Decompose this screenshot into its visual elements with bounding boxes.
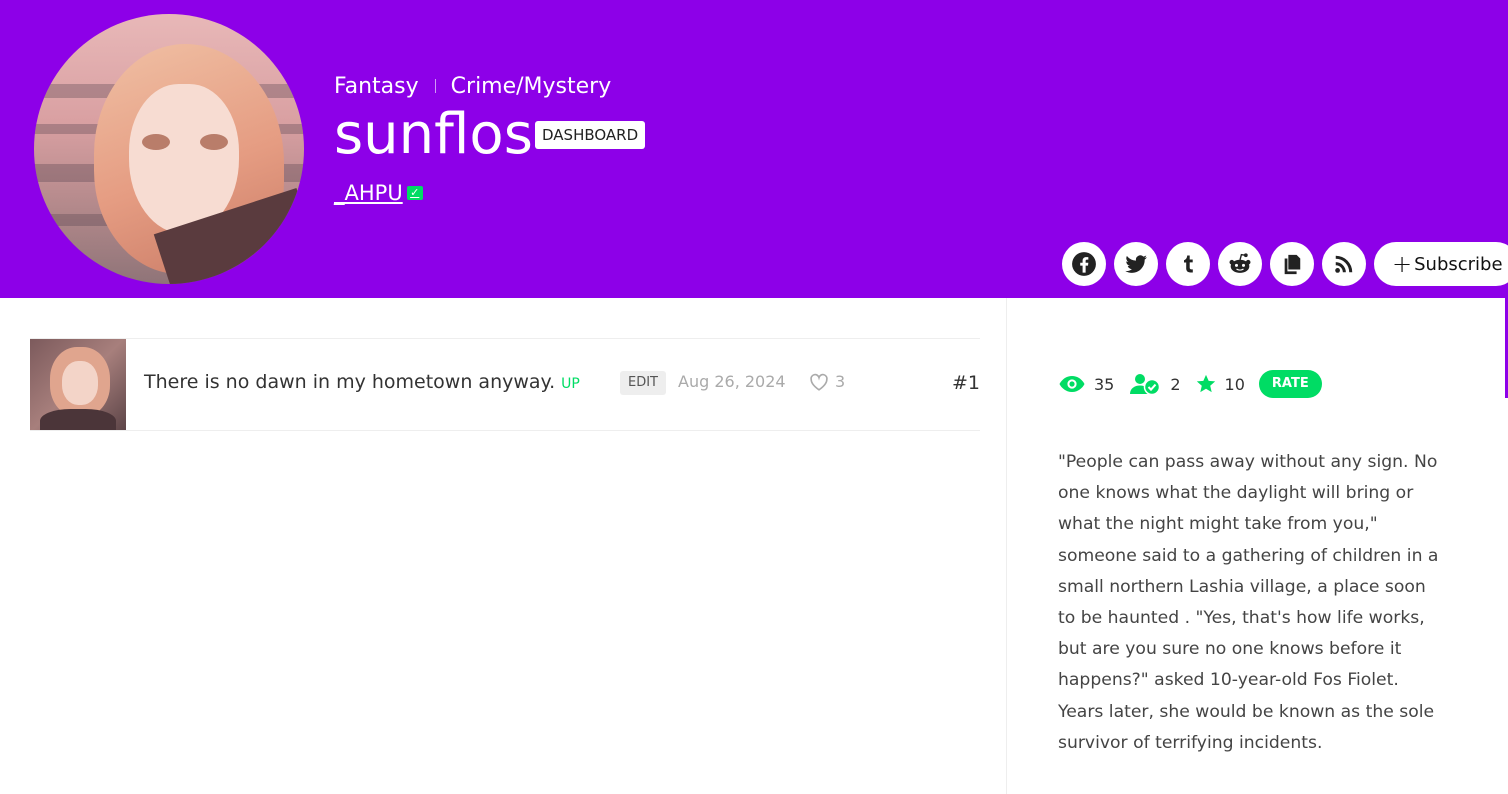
heart-icon bbox=[810, 373, 828, 391]
genre-link[interactable]: Crime/Mystery bbox=[451, 74, 612, 99]
like-count: 3 bbox=[835, 372, 846, 391]
episode-likes: 3 bbox=[809, 372, 845, 391]
plus-icon: + bbox=[1392, 250, 1413, 278]
tumblr-share-button[interactable] bbox=[1166, 242, 1210, 286]
author-link[interactable]: _AHPU ✓ bbox=[334, 181, 423, 205]
series-title: sunflos bbox=[334, 102, 533, 167]
series-stats: 35 2 10 RATE bbox=[1058, 370, 1322, 398]
rss-icon bbox=[1335, 255, 1353, 273]
share-bar: + Subscribe bbox=[1062, 242, 1508, 286]
reddit-icon bbox=[1229, 253, 1251, 273]
rss-button[interactable] bbox=[1322, 242, 1366, 286]
rating-value: 10 bbox=[1224, 374, 1245, 394]
subscribers-stat: 2 bbox=[1128, 372, 1181, 396]
episode-thumbnail[interactable] bbox=[30, 339, 126, 430]
episode-row[interactable]: There is no dawn in my hometown anyway. … bbox=[30, 338, 980, 431]
series-synopsis: "People can pass away without any sign. … bbox=[1058, 452, 1439, 753]
subscribers-count: 2 bbox=[1170, 374, 1181, 394]
edit-button[interactable]: EDIT bbox=[620, 371, 666, 395]
dashboard-button[interactable]: DASHBOARD bbox=[535, 121, 646, 149]
series-cover-image bbox=[34, 14, 304, 284]
tumblr-icon bbox=[1184, 255, 1193, 273]
copy-link-icon bbox=[1284, 254, 1301, 275]
episode-title[interactable]: There is no dawn in my hometown anyway. bbox=[144, 371, 555, 393]
twitter-share-button[interactable] bbox=[1114, 242, 1158, 286]
eye-icon bbox=[1059, 376, 1085, 392]
genre-separator bbox=[434, 79, 436, 93]
views-count: 35 bbox=[1094, 374, 1115, 394]
star-icon bbox=[1196, 374, 1215, 393]
episode-date: Aug 26, 2024 bbox=[678, 372, 786, 391]
episode-number: #1 bbox=[951, 372, 980, 394]
verified-icon: ✓ bbox=[406, 186, 423, 200]
facebook-share-button[interactable] bbox=[1062, 242, 1106, 286]
copy-link-button[interactable] bbox=[1270, 242, 1314, 286]
subscribers-icon bbox=[1130, 374, 1161, 396]
genre-list: Fantasy Crime/Mystery bbox=[334, 70, 611, 102]
author-name[interactable]: _AHPU bbox=[334, 181, 403, 205]
subscribe-button[interactable]: + Subscribe bbox=[1374, 242, 1508, 286]
reddit-share-button[interactable] bbox=[1218, 242, 1262, 286]
subscribe-label: Subscribe bbox=[1414, 253, 1503, 275]
up-badge: UP bbox=[561, 376, 580, 392]
rate-button[interactable]: RATE bbox=[1258, 370, 1322, 398]
views-stat: 35 bbox=[1058, 374, 1114, 394]
genre-link[interactable]: Fantasy bbox=[334, 74, 419, 99]
episode-title-link[interactable]: There is no dawn in my hometown anyway. … bbox=[144, 371, 580, 393]
rating-stat: 10 bbox=[1195, 373, 1245, 395]
facebook-icon bbox=[1072, 252, 1096, 276]
twitter-icon bbox=[1125, 255, 1147, 273]
